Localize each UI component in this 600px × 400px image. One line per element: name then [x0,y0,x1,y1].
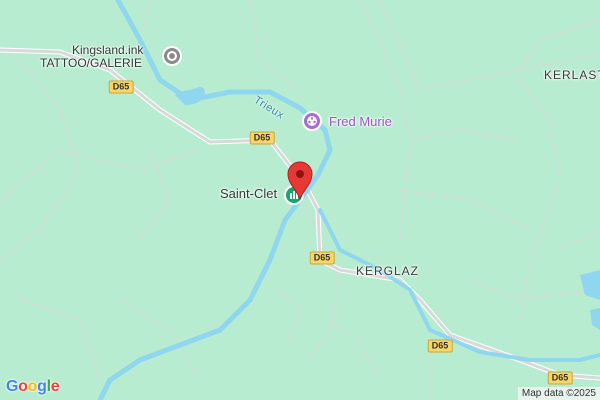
film-reel-icon [307,116,317,126]
google-logo: Google [6,378,60,396]
road-label-d65-1: D65 [108,80,134,94]
poi-label-kingsland-line2[interactable]: TATTOO/GALERIE [40,56,142,70]
circle-dot-icon [167,51,177,61]
place-label-saint-clet[interactable]: Saint-Clet [220,186,277,201]
main-roads-casing [0,47,600,381]
map-canvas[interactable]: D65 D65 D65 D65 D65 Trieux Kingsland.ink… [0,0,600,400]
poi-label-fred-murie[interactable]: Fred Murie [329,114,392,129]
logo-letter: G [6,378,19,395]
kingsland-poi-icon[interactable] [162,46,182,66]
logo-letter: o [27,378,38,395]
poi-label-kingsland-line1[interactable]: Kingsland.ink [72,43,143,57]
road-label-d65-4: D65 [427,339,453,353]
logo-letter: e [50,378,60,395]
main-roads [0,48,600,380]
fred-murie-poi-icon[interactable] [302,111,322,131]
logo-letter: g [37,378,47,395]
road-label-d65-3: D65 [309,251,335,265]
logo-letter: o [18,378,28,395]
road-label-d65-5: D65 [547,371,573,385]
place-label-kerglaz[interactable]: KERGLAZ [356,264,419,278]
road-label-d65-2: D65 [249,131,275,145]
place-label-kerlast[interactable]: KERLAST [544,68,600,82]
map-attribution[interactable]: Map data ©2025 [517,387,600,400]
location-pin-icon[interactable] [285,160,315,200]
